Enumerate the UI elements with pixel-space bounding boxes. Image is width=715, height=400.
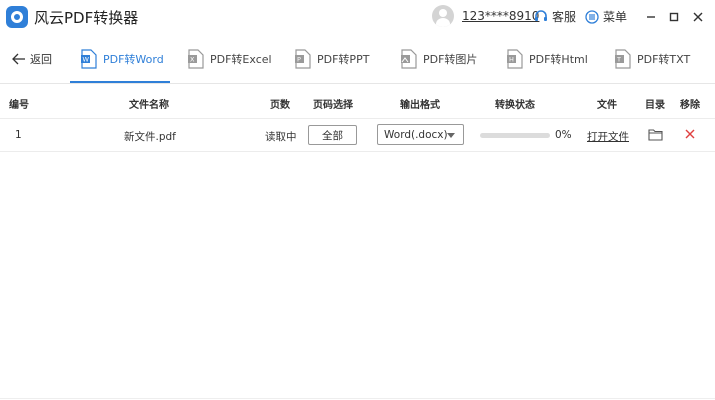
bottom-divider (0, 398, 715, 399)
tab-pdf-to-txt[interactable]: T PDF转TXT (614, 47, 690, 71)
menu-label: 菜单 (603, 10, 628, 24)
open-folder-button[interactable] (648, 128, 663, 144)
tab-label: PDF转Word (103, 53, 164, 66)
column-header-output-format: 输出格式 (400, 100, 440, 111)
tab-label: PDF转Excel (210, 53, 272, 66)
pdf-html-icon: H (507, 49, 523, 69)
tab-label: PDF转PPT (317, 53, 370, 66)
app-title: 风云PDF转换器 (34, 9, 139, 27)
column-header-page-select: 页码选择 (313, 100, 353, 111)
svg-text:P: P (297, 56, 301, 64)
column-header-remove: 移除 (680, 100, 700, 111)
active-tab-indicator (70, 81, 170, 83)
file-table-header: 编号 文件名称 页数 页码选择 输出格式 转换状态 文件 目录 移除 (0, 85, 715, 119)
remove-file-button[interactable] (684, 128, 696, 143)
folder-icon (648, 129, 663, 141)
svg-text:X: X (190, 56, 195, 64)
row-index: 1 (15, 129, 22, 141)
tab-label: PDF转Html (529, 53, 588, 66)
user-account-link[interactable]: 123****8910 (462, 9, 539, 23)
minimize-button[interactable] (641, 7, 661, 27)
column-header-index: 编号 (9, 100, 29, 111)
pdf-excel-icon: X (188, 49, 204, 69)
support-button[interactable]: 客服 (534, 8, 576, 25)
title-bar: 风云PDF转换器 123****8910 客服 菜单 (0, 0, 715, 34)
column-header-pages: 页数 (270, 100, 290, 111)
tab-pdf-to-word[interactable]: W PDF转Word (80, 47, 164, 71)
row-pages: 读取中 (265, 131, 297, 143)
row-filename: 新文件.pdf (124, 131, 176, 143)
close-window-button[interactable] (688, 7, 708, 27)
pdf-txt-icon: T (615, 49, 631, 69)
menu-button[interactable]: 菜单 (585, 8, 627, 25)
pdf-word-icon: W (81, 49, 97, 69)
back-button[interactable]: 返回 (12, 51, 52, 67)
svg-text:W: W (83, 56, 90, 64)
progress-percent: 0% (555, 129, 572, 141)
app-logo-icon (6, 6, 28, 28)
tab-label: PDF转TXT (637, 53, 691, 66)
page-select-button[interactable]: 全部 (308, 125, 357, 145)
arrow-left-icon (12, 53, 25, 65)
column-header-file: 文件 (597, 100, 617, 111)
output-format-value: Word(.docx) (384, 128, 448, 141)
tab-pdf-to-excel[interactable]: X PDF转Excel (187, 47, 272, 71)
menu-icon (585, 9, 599, 24)
tab-pdf-to-html[interactable]: H PDF转Html (506, 47, 588, 71)
tab-pdf-to-image[interactable]: PDF转图片 (400, 47, 477, 71)
back-label: 返回 (30, 53, 52, 66)
pdf-image-icon (401, 49, 417, 69)
column-header-filename: 文件名称 (129, 100, 169, 111)
conversion-nav: 返回 W PDF转Word X PDF转Excel P PDF转PPT PDF转… (0, 34, 715, 84)
maximize-icon (669, 12, 679, 22)
close-icon (693, 12, 703, 22)
table-row: 1 新文件.pdf 读取中 全部 Word(.docx) 0% 打开文件 (0, 119, 715, 152)
support-label: 客服 (552, 10, 577, 24)
tab-label: PDF转图片 (423, 53, 478, 66)
pdf-ppt-icon: P (295, 49, 311, 69)
chevron-down-icon (447, 133, 455, 138)
close-icon (685, 129, 695, 139)
conversion-progress-bar (480, 133, 550, 138)
open-file-link[interactable]: 打开文件 (587, 129, 629, 144)
svg-text:T: T (616, 56, 621, 64)
headset-icon (535, 9, 547, 21)
minimize-icon (647, 16, 655, 18)
user-avatar[interactable] (432, 5, 454, 27)
column-header-folder: 目录 (645, 100, 665, 111)
tab-pdf-to-ppt[interactable]: P PDF转PPT (294, 47, 369, 71)
maximize-button[interactable] (664, 7, 684, 27)
svg-text:H: H (509, 56, 514, 64)
column-header-status: 转换状态 (495, 100, 535, 111)
output-format-select[interactable]: Word(.docx) (377, 124, 464, 145)
